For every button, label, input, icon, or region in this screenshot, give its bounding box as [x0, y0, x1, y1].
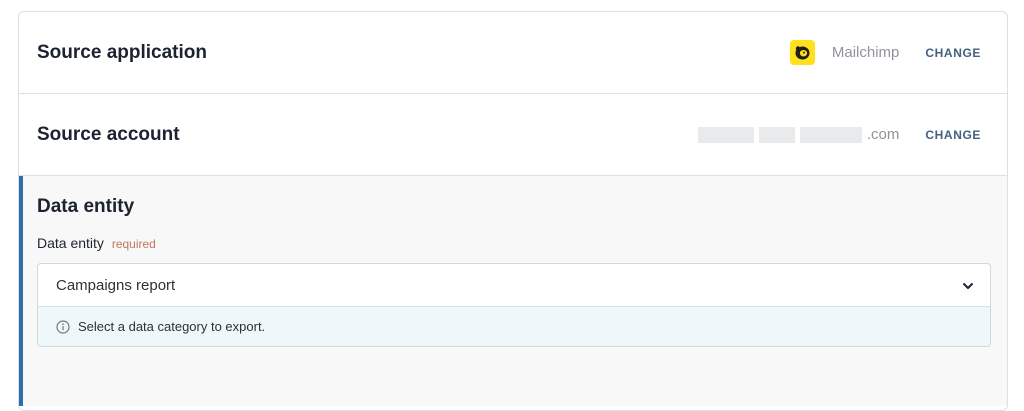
data-entity-field-label: Data entity required	[37, 235, 989, 251]
required-tag: required	[111, 237, 156, 251]
data-entity-select-wrapper: Campaigns report Select a data category …	[37, 263, 991, 347]
active-section-accent	[19, 176, 23, 406]
data-entity-selected-value: Campaigns report	[56, 276, 176, 294]
redacted-account-email	[697, 126, 867, 144]
data-entity-select[interactable]: Campaigns report	[38, 264, 990, 306]
mailchimp-logo-icon	[789, 40, 815, 65]
change-source-account-button[interactable]: CHANGE	[925, 128, 981, 142]
change-source-application-button[interactable]: CHANGE	[925, 46, 981, 60]
source-account-summary: .com CHANGE	[697, 126, 981, 144]
data-entity-hint: Select a data category to export.	[38, 306, 990, 346]
data-entity-hint-text: Select a data category to export.	[78, 319, 266, 334]
source-account-title: Source account	[37, 123, 180, 145]
data-entity-label-text: Data entity	[37, 235, 104, 251]
data-entity-section-title: Data entity	[37, 196, 135, 217]
source-application-title: Source application	[37, 41, 207, 63]
source-application-row: Source application Mailchimp CHANGE	[19, 12, 1007, 94]
source-account-row: Source account .com CHANGE	[19, 94, 1007, 176]
source-application-name: Mailchimp	[831, 44, 900, 61]
source-settings-card: Source application Mailchimp CHANGE Sour…	[18, 11, 1008, 411]
chevron-down-icon	[962, 277, 974, 294]
info-icon	[56, 319, 70, 334]
source-account-email: .com	[866, 126, 900, 143]
source-application-summary: Mailchimp CHANGE	[789, 40, 981, 65]
data-entity-section: Data entity Data entity required Campaig…	[19, 176, 1007, 406]
